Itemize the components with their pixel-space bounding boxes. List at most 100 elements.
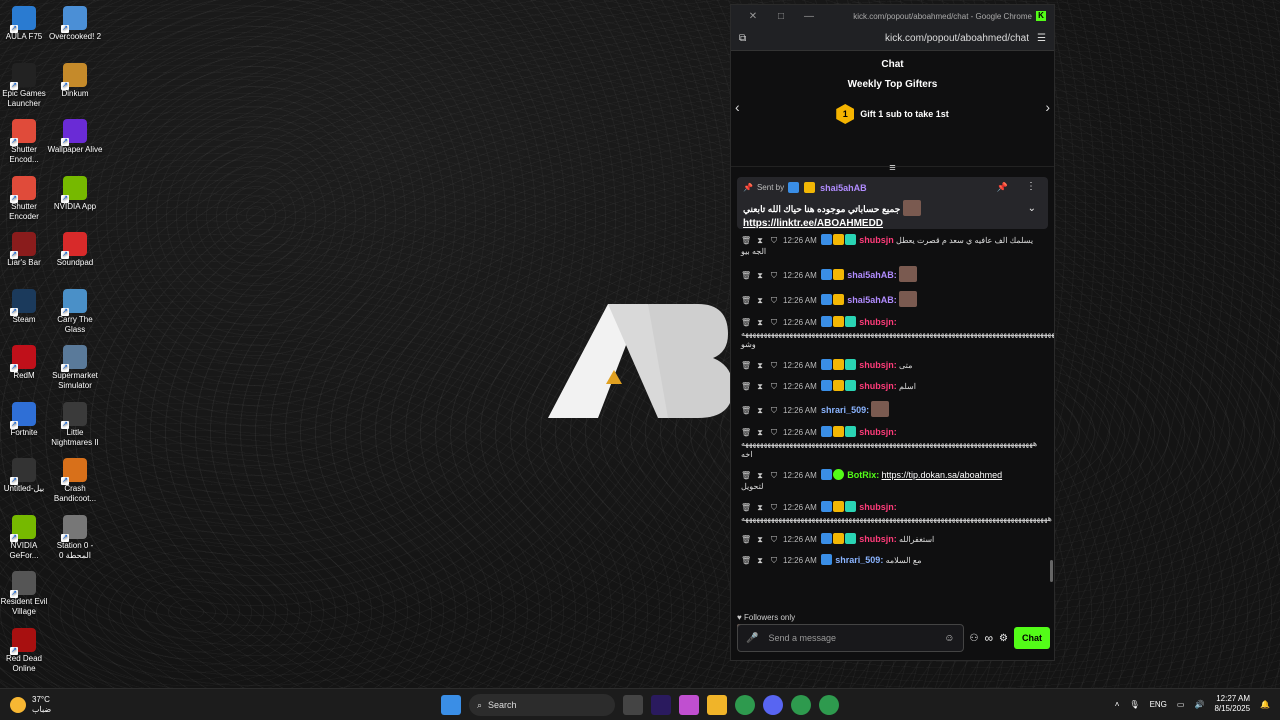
clock[interactable]: 12:27 AM 8/15/2025 (1214, 694, 1250, 714)
desktop-icon[interactable]: Wallpaper Alive (47, 119, 103, 155)
chat-scrollbar[interactable] (1050, 560, 1053, 582)
desktop-icon[interactable]: RedM (0, 345, 52, 381)
chrome-icon[interactable] (735, 695, 755, 715)
pinned-link[interactable]: https://linktr.ee/ABOAHMEDD (743, 218, 1042, 229)
delete-icon[interactable]: 🗑 (741, 270, 751, 281)
shield-icon[interactable]: ⛉ (769, 534, 779, 545)
desktop-icon[interactable]: Station 0 - المحطة 0 (47, 514, 103, 561)
desktop-icon[interactable]: Supermarket Simulator (47, 345, 103, 391)
timeout-icon[interactable]: ⧗ (755, 405, 765, 416)
desktop-icon[interactable]: Untitled-بيل (0, 458, 52, 494)
chat-username[interactable]: shai5ahAB: (847, 295, 897, 305)
start-windows-icon[interactable] (441, 695, 461, 715)
chat-username[interactable]: shrari_509: (821, 405, 869, 415)
desktop-icon[interactable]: Resident Evil Village (0, 571, 52, 617)
timeout-icon[interactable]: ⧗ (755, 502, 765, 513)
chat-message[interactable]: 🗑 ⧗ ⛉ 12:26 AM shubsjn: متى (741, 354, 1046, 375)
timeout-icon[interactable]: ⧗ (755, 317, 765, 328)
chat-message[interactable]: 🗑 ⧗ ⛉ 12:26 AM BotRix: https://tip.dokan.sa… (741, 464, 1046, 496)
timeout-icon[interactable]: ⧗ (755, 235, 765, 246)
chat-username[interactable]: shubsjn (859, 235, 894, 245)
chat-username[interactable]: BotRix: (847, 470, 879, 480)
timeout-icon[interactable]: ⧗ (755, 470, 765, 481)
site-settings-icon[interactable]: ☰ (1037, 33, 1046, 44)
chat-message[interactable]: 🗑 ⧗ ⛉ 12:26 AM shrari_509: (741, 396, 1046, 421)
unpin-icon[interactable]: 📌 (997, 182, 1008, 193)
delete-icon[interactable]: 🗑 (741, 502, 751, 513)
delete-icon[interactable]: 🗑 (741, 317, 751, 328)
chrome-profile-icon[interactable] (791, 695, 811, 715)
timeout-icon[interactable]: ⧗ (755, 427, 765, 438)
chat-username[interactable]: shrari_509: (835, 555, 883, 565)
delete-icon[interactable]: 🗑 (741, 381, 751, 392)
delete-icon[interactable]: 🗑 (741, 405, 751, 416)
pinned-sender[interactable]: shai5ahAB (820, 183, 867, 193)
message-link[interactable]: https://tip.dokan.sa/aboahmed (882, 470, 1003, 480)
shield-icon[interactable]: ⛉ (769, 502, 779, 513)
chevron-up-icon[interactable]: ˄ (1115, 700, 1120, 709)
chat-username[interactable]: shubsjn: (859, 317, 897, 327)
chat-message[interactable]: 🗑 ⧗ ⛉ 12:26 AM shubsjn: استغفرالله (741, 528, 1046, 549)
shield-icon[interactable]: ⛉ (769, 470, 779, 481)
timeout-icon[interactable]: ⧗ (755, 270, 765, 281)
desktop-icon[interactable]: Dinkum (47, 62, 103, 99)
timeout-icon[interactable]: ⧗ (755, 295, 765, 306)
delete-icon[interactable]: 🗑 (741, 470, 751, 481)
chat-message[interactable]: 🗑 ⧗ ⛉ 12:26 AM shrari_509: مع السلامه (741, 549, 1046, 570)
shield-icon[interactable]: ⛉ (769, 235, 779, 246)
url-text[interactable]: kick.com/popout/aboahmed/chat (746, 33, 1037, 44)
chat-message[interactable]: 🗑 ⧗ ⛉ 12:26 AM shubsjn: ههههههههههههههههههه… (741, 496, 1052, 528)
timeout-icon[interactable]: ⧗ (755, 381, 765, 392)
desktop-icon[interactable]: Crash Bandicoot... (47, 458, 103, 504)
chat-message[interactable]: 🗑 ⧗ ⛉ 12:26 AM shai5ahAB: (741, 286, 1046, 311)
desktop-icon[interactable]: AULA F75 (0, 6, 52, 42)
infinity-icon[interactable]: ∞ (984, 631, 993, 645)
minimize-window-button[interactable]: — (795, 11, 823, 22)
delete-icon[interactable]: 🗑 (741, 555, 751, 566)
desktop-icon[interactable]: Red Dead Online (0, 627, 52, 674)
chat-username[interactable]: shubsjn: (859, 534, 897, 544)
shield-icon[interactable]: ⛉ (769, 405, 779, 416)
delete-icon[interactable]: 🗑 (741, 235, 751, 246)
message-input[interactable]: 🎤 Send a message ☺ (737, 624, 964, 652)
shield-icon[interactable]: ⛉ (769, 555, 779, 566)
chevron-right-icon[interactable]: › (1045, 99, 1050, 115)
shield-icon[interactable]: ⛉ (769, 360, 779, 371)
chat-message[interactable]: 🗑 ⧗ ⛉ 12:26 AM shubsjn يسلمك الف عافيه ي سع… (741, 229, 1046, 261)
users-icon[interactable]: ⚇ (970, 633, 979, 644)
shield-icon[interactable]: ⛉ (769, 317, 779, 328)
send-chat-button[interactable]: Chat (1014, 627, 1050, 649)
weather-widget[interactable]: 37°C ضباب (10, 695, 51, 715)
microphone-icon[interactable]: 🎤 (746, 633, 758, 644)
filter-icon[interactable]: ≡ (889, 162, 895, 174)
desktop-icon[interactable]: Little Nightmares II (47, 401, 103, 448)
desktop-icon[interactable]: Shutter Encod... (0, 119, 52, 165)
chevron-left-icon[interactable]: ‹ (735, 99, 740, 115)
close-window-button[interactable]: ✕ (739, 11, 767, 22)
shield-icon[interactable]: ⛉ (769, 295, 779, 306)
desktop-icon[interactable]: Carry The Glass (47, 288, 103, 335)
delete-icon[interactable]: 🗑 (741, 295, 751, 306)
chat-message[interactable]: 🗑 ⧗ ⛉ 12:26 AM shubsjn: ههههههههههههههههههه… (741, 311, 1054, 354)
desktop-icon[interactable]: Liar's Bar (0, 232, 52, 268)
taskbar-search[interactable]: ⌕ Search (469, 694, 615, 716)
desktop-icon[interactable]: Soundpad (47, 232, 103, 268)
volume-icon[interactable]: 🔊 (1194, 700, 1204, 709)
language-indicator[interactable]: ENG (1150, 700, 1167, 709)
delete-icon[interactable]: 🗑 (741, 427, 751, 438)
chat-username[interactable]: shubsjn: (859, 427, 897, 437)
more-options-icon[interactable]: ⋮ (1026, 181, 1036, 192)
photos-icon[interactable] (679, 695, 699, 715)
gift-cta[interactable]: 1 Gift 1 sub to take 1st (836, 104, 949, 124)
desktop-icon[interactable]: NVIDIA App (47, 175, 103, 212)
desktop-icon[interactable]: NVIDIA GeFor... (0, 514, 52, 561)
discord-icon[interactable] (763, 695, 783, 715)
chat-messages[interactable]: 🗑 ⧗ ⛉ 12:26 AM shubsjn يسلمك الف عافيه ي سع… (731, 229, 1054, 609)
delete-icon[interactable]: 🗑 (741, 534, 751, 545)
delete-icon[interactable]: 🗑 (741, 360, 751, 371)
desktop-icon[interactable]: Steam (0, 288, 52, 325)
desktop-icon[interactable]: Epic Games Launcher (0, 62, 52, 109)
notification-icon[interactable]: 🔔 (1260, 700, 1270, 709)
file-explorer-icon[interactable] (707, 695, 727, 715)
maximize-window-button[interactable]: □ (767, 11, 795, 22)
